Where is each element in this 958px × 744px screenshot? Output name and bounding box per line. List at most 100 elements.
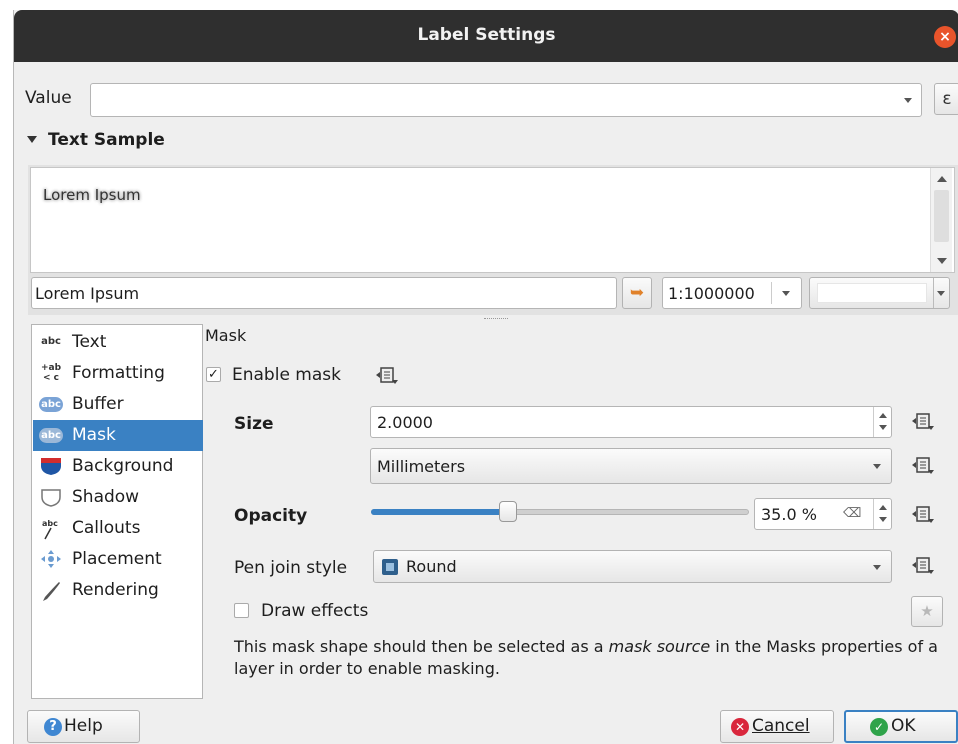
opacity-spinbox[interactable]: 35.0 % ⌫ [754,498,892,530]
data-defined-override-icon[interactable] [911,557,935,575]
preview-text: Lorem Ipsum [43,186,141,204]
chevron-down-icon [873,565,881,570]
scroll-thumb[interactable] [934,190,949,242]
help-button[interactable]: ? Help [27,710,140,743]
cancel-label: Cancel [752,716,810,736]
color-swatch [817,283,927,303]
collapse-arrow-icon [27,136,37,143]
clear-icon[interactable]: ⌫ [843,506,861,521]
reset-sample-button[interactable]: ➥ [622,277,652,309]
formatting-icon: +ab < c [40,363,62,383]
tab-label: Placement [72,549,162,569]
undo-arrow-icon: ➥ [629,283,645,303]
tab-label: Shadow [72,487,140,507]
tab-buffer[interactable]: abc Buffer [33,389,203,420]
check-icon: ✓ [870,718,888,736]
pen-join-style-combo[interactable]: Round [373,550,892,583]
ok-button[interactable]: ✓ OK [844,710,958,743]
opacity-slider-handle[interactable] [499,501,517,522]
opacity-spin-arrows[interactable] [873,499,891,529]
opacity-value: 35.0 % [761,505,817,524]
tab-label: Formatting [72,363,165,383]
sample-text-input[interactable]: Lorem Ipsum [31,277,617,309]
chevron-down-icon [904,98,912,103]
text-abc-icon: abc [41,336,61,347]
cancel-icon: ✕ [731,718,749,736]
svg-text:abc: abc [42,519,58,528]
tab-label: Rendering [72,580,159,600]
tab-rendering[interactable]: Rendering [33,575,203,606]
unit-combo[interactable]: Millimeters [370,448,892,484]
data-defined-override-icon[interactable] [375,367,399,385]
splitter-handle[interactable] [484,318,508,319]
ok-label: OK [891,716,916,736]
tab-background[interactable]: Background [33,451,203,482]
data-defined-override-icon[interactable] [911,413,935,431]
tab-placement[interactable]: Placement [33,544,203,575]
tab-text[interactable]: abc Text [33,327,203,358]
data-defined-override-icon[interactable] [911,506,935,524]
tab-label: Background [72,456,174,476]
mask-icon: abc [39,428,63,443]
unit-value: Millimeters [377,457,466,476]
size-value: 2.0000 [377,413,433,432]
tab-label: Text [72,332,107,352]
tab-mask[interactable]: abc Mask [33,420,203,451]
spin-down-icon[interactable] [879,425,887,430]
value-label: Value [25,88,72,108]
title-bar: Label Settings × [14,10,958,62]
data-defined-override-icon[interactable] [911,457,935,475]
help-text-emphasis: mask source [608,637,711,656]
settings-tab-list: abc Text +ab < c Formatting abc Buffer ab… [31,324,203,699]
pen-join-style-label: Pen join style [234,558,348,578]
text-sample-title: Text Sample [48,130,165,150]
mask-heading: Mask [205,326,247,345]
spin-up-icon[interactable] [879,505,887,510]
draw-effects-label[interactable]: Draw effects [261,601,368,621]
scale-combo[interactable]: 1:1000000 [662,277,802,309]
star-icon: ★ [920,602,934,620]
spin-down-icon[interactable] [879,517,887,522]
preview-scrollbar[interactable] [930,168,952,272]
mask-help-text: This mask shape should then be selected … [234,636,954,680]
scroll-up-icon[interactable] [937,176,947,182]
callouts-icon: abc [39,518,63,540]
scale-separator [771,282,772,304]
buffer-icon: abc [39,397,63,412]
chevron-down-icon [782,291,790,296]
color-dropdown[interactable] [933,278,949,308]
chevron-down-icon [937,291,945,296]
preview-area [30,167,955,273]
size-spinbox[interactable]: 2.0000 [370,406,892,438]
chevron-down-icon [873,464,881,469]
window-title: Label Settings [417,25,556,45]
scroll-down-icon[interactable] [937,258,947,264]
draw-effects-checkbox[interactable] [234,603,249,618]
background-color-button[interactable] [809,277,950,309]
size-spin-arrows[interactable] [873,407,891,437]
opacity-label: Opacity [234,506,308,526]
help-label: Help [64,716,103,736]
value-dropdown-button[interactable] [895,84,921,116]
tab-shadow[interactable]: Shadow [33,482,203,513]
enable-mask-checkbox[interactable]: ✓ [206,367,221,382]
close-button[interactable]: × [934,26,956,48]
tab-formatting[interactable]: +ab < c Formatting [33,358,203,389]
help-icon: ? [44,718,62,736]
tab-label: Buffer [72,394,124,414]
enable-mask-label[interactable]: Enable mask [232,365,341,385]
round-join-icon [382,559,398,575]
placement-icon [39,549,63,569]
expression-button[interactable]: ε [934,83,958,115]
text-sample-header[interactable]: Text Sample [27,130,165,150]
shadow-icon [39,487,63,507]
effects-settings-button[interactable]: ★ [911,596,943,627]
label-settings-dialog: Label Settings × Value ε Text Sample Lor… [13,10,958,744]
opacity-slider-fill [371,509,503,515]
cancel-button[interactable]: ✕ Cancel [720,710,834,743]
pen-join-value: Round [406,557,457,576]
rendering-icon [39,580,63,601]
tab-callouts[interactable]: abc Callouts [33,513,203,544]
spin-up-icon[interactable] [879,413,887,418]
value-combo[interactable] [90,83,922,117]
